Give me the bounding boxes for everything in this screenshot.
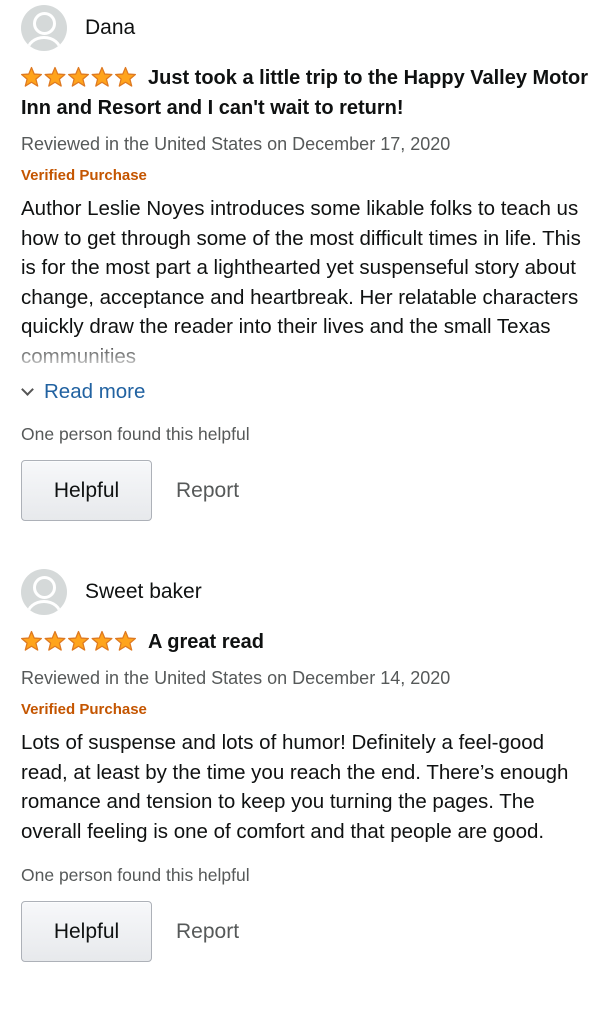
user-avatar-icon[interactable]	[21, 5, 67, 51]
review-date: Reviewed in the United States on Decembe…	[21, 134, 451, 154]
verified-purchase-badge: Verified Purchase	[21, 701, 147, 718]
helpful-count: One person found this helpful	[21, 865, 250, 885]
star-icon	[44, 630, 66, 651]
star-rating	[21, 66, 136, 87]
review-card: Sweet baker A great read Reviewed in the…	[21, 569, 596, 962]
star-icon	[68, 66, 89, 87]
reviewer-profile[interactable]: Dana	[21, 5, 596, 51]
review-title-row[interactable]: Just took a little trip to the Happy Val…	[21, 63, 596, 123]
read-more-label[interactable]: Read more	[44, 379, 145, 405]
star-icon	[115, 630, 136, 651]
helpful-count: One person found this helpful	[21, 424, 250, 444]
report-link[interactable]: Report	[176, 920, 239, 944]
review-actions: Helpful Report	[21, 901, 596, 962]
reviewer-name[interactable]: Sweet baker	[85, 580, 202, 604]
review-title-row[interactable]: A great read	[21, 627, 596, 657]
star-icon	[91, 630, 113, 651]
review-title[interactable]: A great read	[148, 631, 264, 653]
star-icon	[21, 630, 42, 651]
helpful-button[interactable]: Helpful	[21, 901, 152, 962]
review-body: Lots of suspense and lots of humor! Defi…	[21, 731, 569, 843]
star-icon	[21, 66, 42, 87]
star-icon	[44, 66, 66, 87]
star-icon	[68, 630, 89, 651]
review-body: Author Leslie Noyes introduces some lika…	[21, 194, 596, 371]
report-link[interactable]: Report	[176, 479, 239, 503]
star-icon	[115, 66, 136, 87]
reviewer-profile[interactable]: Sweet baker	[21, 569, 596, 615]
chevron-down-icon	[21, 383, 34, 396]
read-more-link[interactable]: Read more	[21, 379, 596, 405]
star-icon	[91, 66, 113, 87]
star-rating	[21, 630, 136, 651]
review-card: Dana Just took a little trip to the Happ…	[21, 5, 596, 521]
user-avatar-icon[interactable]	[21, 569, 67, 615]
reviewer-name[interactable]: Dana	[85, 16, 135, 40]
review-date: Reviewed in the United States on Decembe…	[21, 668, 451, 688]
verified-purchase-badge: Verified Purchase	[21, 167, 147, 184]
review-actions: Helpful Report	[21, 460, 596, 521]
helpful-button[interactable]: Helpful	[21, 460, 152, 521]
